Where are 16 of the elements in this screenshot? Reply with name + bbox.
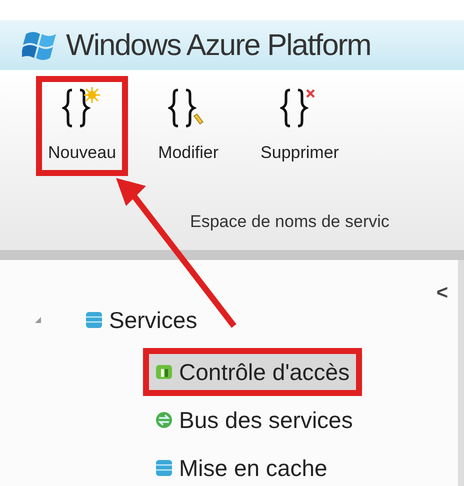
exchange-icon	[155, 411, 173, 429]
ribbon-button[interactable]: Modifier	[146, 76, 231, 176]
expander-icon[interactable]	[35, 317, 41, 323]
tree-item[interactable]: Mise en cache	[147, 448, 336, 486]
window-title: Windows Azure Platform	[66, 28, 371, 64]
braces-new-icon	[62, 86, 102, 130]
tree-item[interactable]: Contrôle d'accès	[147, 352, 358, 392]
tree-item[interactable]: Services	[77, 300, 206, 340]
database-icon	[85, 310, 103, 330]
collapse-button[interactable]: <	[436, 278, 448, 308]
database-icon	[155, 458, 173, 478]
door-icon	[155, 363, 173, 381]
ribbon-button[interactable]: Supprimer	[248, 76, 351, 176]
ribbon-button[interactable]: Nouveau	[36, 76, 128, 176]
group-label: Espace de noms de servic	[190, 212, 390, 231]
tree-item[interactable]: Bus des services	[147, 400, 361, 440]
